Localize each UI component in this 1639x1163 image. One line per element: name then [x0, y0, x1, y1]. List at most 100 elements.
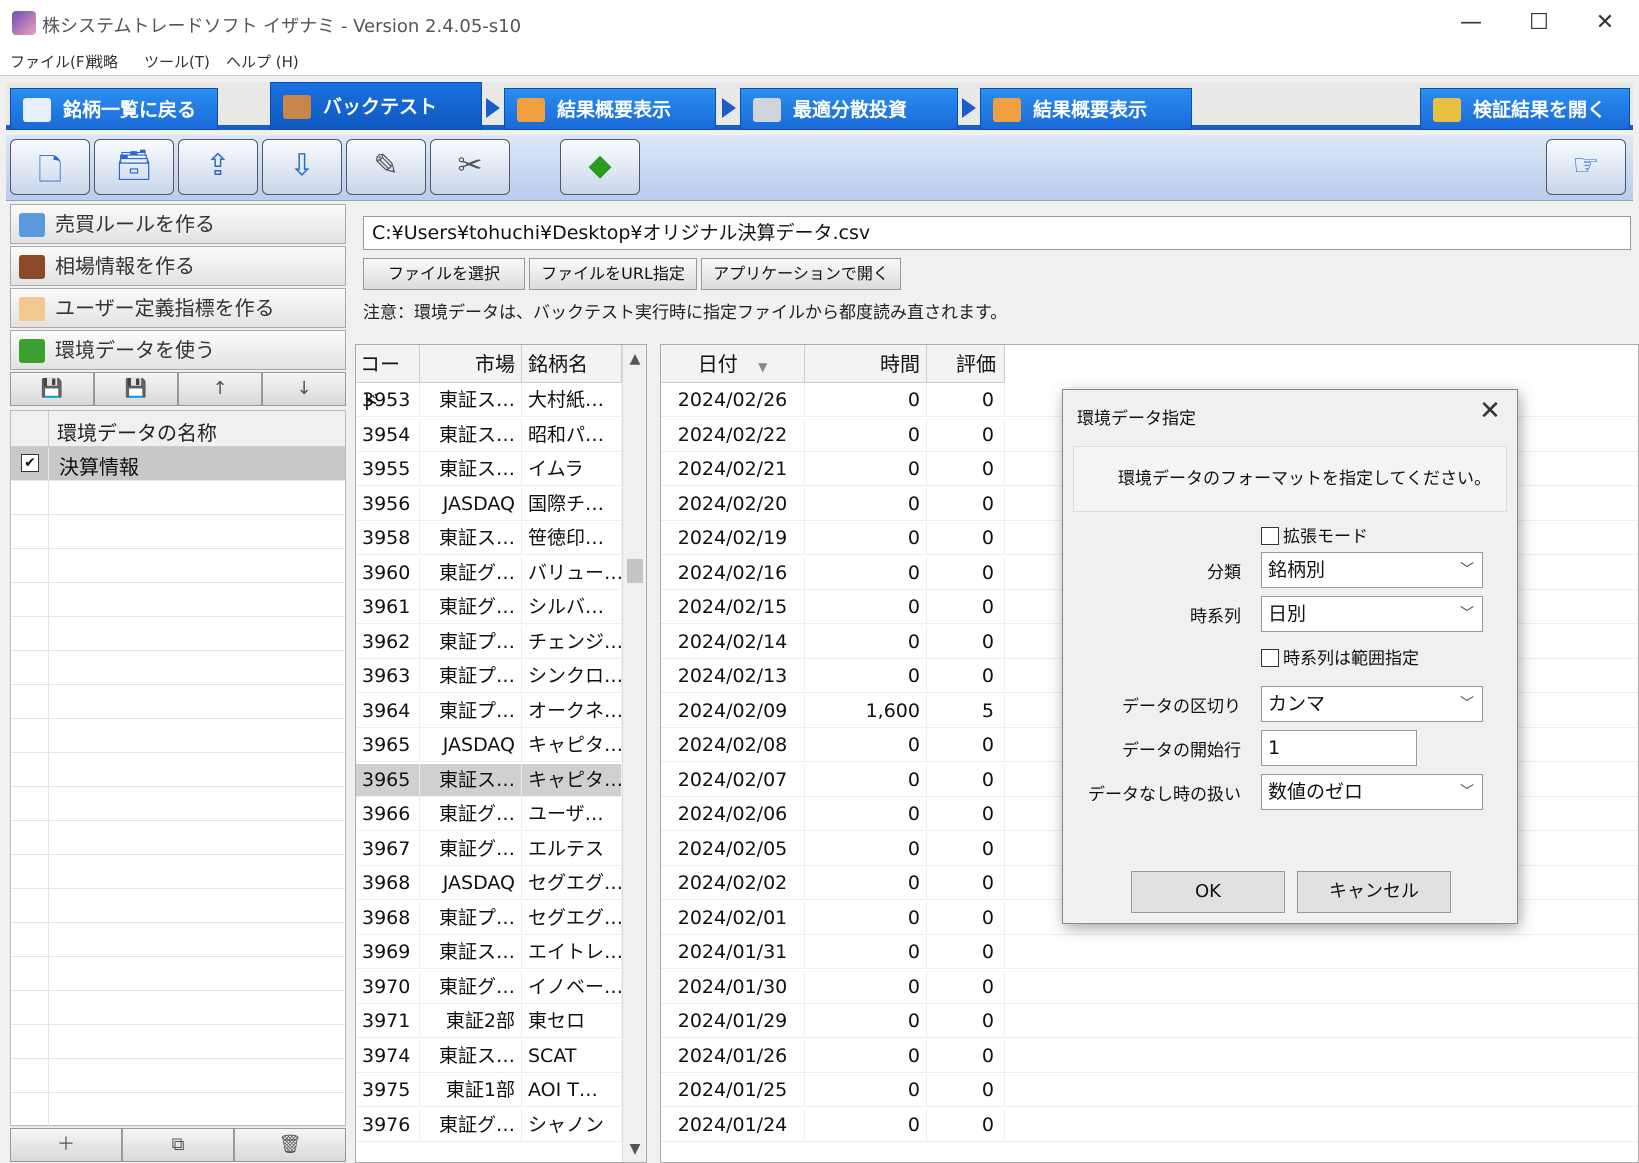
- col-header-market[interactable]: 市場: [420, 345, 522, 383]
- table-row[interactable]: 3971 東証2部 東セロ: [356, 1005, 622, 1038]
- item-checkbox[interactable]: ✔: [21, 454, 39, 472]
- add-button[interactable]: ＋: [10, 1128, 122, 1162]
- move-down-button[interactable]: ↓: [262, 372, 346, 406]
- beginner-button[interactable]: ◆: [560, 139, 640, 195]
- tab-result-summary-2[interactable]: 結果概要表示: [980, 88, 1192, 130]
- file-url-button[interactable]: ファイルをURL指定: [529, 258, 697, 290]
- use-env-data-button[interactable]: 環境データを使う: [10, 330, 346, 370]
- save-as-button[interactable]: 💾: [94, 372, 178, 406]
- checkbox-box[interactable]: [1261, 527, 1279, 545]
- table-row[interactable]: 3954 東証ス… 昭和パ…: [356, 418, 622, 452]
- move-up-button[interactable]: ↑: [178, 372, 262, 406]
- table-row[interactable]: 2024/01/24 0 0: [661, 1108, 1638, 1142]
- table-row[interactable]: 3960 東証グ… バリュー…: [356, 556, 622, 590]
- dialog-close-button[interactable]: ✕: [1475, 396, 1505, 426]
- delete-button[interactable]: 🗑: [234, 1128, 346, 1162]
- table-row[interactable]: 3963 東証プ… シンクロ…: [356, 660, 622, 693]
- table-row[interactable]: 3965 東証ス… キャピタ…: [356, 763, 622, 797]
- table-row[interactable]: 3956 JASDAQ 国際チ…: [356, 487, 622, 521]
- tab-backtest[interactable]: バックテスト: [270, 82, 482, 130]
- palette-button[interactable]: ✎: [346, 139, 426, 195]
- extended-mode-checkbox[interactable]: 拡張モード: [1261, 522, 1368, 547]
- cell-rating: 0: [927, 1074, 1005, 1107]
- stock-grid-scrollbar[interactable]: ▲ ▼: [622, 345, 646, 1162]
- tab-back-to-list[interactable]: 銘柄一覧に戻る: [10, 88, 218, 130]
- row-gutter: [11, 957, 49, 991]
- col-header-code[interactable]: コード: [356, 345, 420, 414]
- table-row[interactable]: 3968 東証プ… セグエグ…: [356, 901, 622, 935]
- table-row[interactable]: 3976 東証グ… シャノン: [356, 1108, 622, 1142]
- menu-strategy[interactable]: 戦略: [88, 51, 118, 72]
- empty-row: [11, 481, 345, 515]
- open-button[interactable]: 🗃: [94, 139, 174, 195]
- file-path-field[interactable]: C:¥Users¥tohuchi¥Desktop¥オリジナル決算データ.csv: [363, 216, 1631, 250]
- minimize-button[interactable]: —: [1446, 8, 1496, 38]
- menu-tools[interactable]: ツール(T): [144, 51, 210, 72]
- table-row[interactable]: 3965 JASDAQ キャピタ…: [356, 729, 622, 762]
- table-row[interactable]: 3975 東証1部 AOI T…: [356, 1074, 622, 1107]
- make-trade-rule-button[interactable]: 売買ルールを作る: [10, 204, 346, 244]
- ok-button[interactable]: OK: [1131, 871, 1285, 913]
- menu-help[interactable]: ヘルプ (H): [226, 51, 299, 72]
- table-row[interactable]: 3967 東証グ… エルテス: [356, 832, 622, 866]
- table-row[interactable]: 2024/01/29 0 0: [661, 1005, 1638, 1038]
- table-row[interactable]: 3962 東証プ… チェンジ…: [356, 625, 622, 659]
- chevron-down-icon: ﹀: [1460, 784, 1474, 800]
- tab-result-summary[interactable]: 結果概要表示: [504, 88, 716, 130]
- make-market-info-button[interactable]: 相場情報を作る: [10, 246, 346, 286]
- delimiter-select[interactable]: カンマ ﹀: [1261, 686, 1483, 722]
- start-row-input[interactable]: 1: [1261, 730, 1417, 766]
- select-value: 数値のゼロ: [1268, 781, 1364, 803]
- select-file-button[interactable]: ファイルを選択: [363, 258, 525, 290]
- col-header-name[interactable]: 銘柄名: [522, 345, 622, 383]
- menu-file[interactable]: ファイル(F): [10, 51, 90, 72]
- table-row[interactable]: 3961 東証グ… シルバ…: [356, 591, 622, 624]
- col-header-date[interactable]: 日付 ▼: [661, 345, 805, 383]
- make-user-indicator-button[interactable]: ユーザー定義指標を作る: [10, 288, 346, 328]
- button-label: 環境データを使う: [55, 338, 215, 362]
- table-row[interactable]: 3964 東証プ… オークネ…: [356, 694, 622, 728]
- missing-data-select[interactable]: 数値のゼロ ﹀: [1261, 774, 1483, 810]
- table-row[interactable]: 2024/01/26 0 0: [661, 1039, 1638, 1073]
- export-button[interactable]: ⇪: [178, 139, 258, 195]
- list-item[interactable]: ✔ 決算情報: [11, 447, 345, 481]
- scroll-up-icon[interactable]: ▲: [623, 351, 646, 367]
- table-row[interactable]: 3958 東証ス… 笹徳印…: [356, 522, 622, 555]
- table-row[interactable]: 2024/01/30 0 0: [661, 970, 1638, 1004]
- settings-button[interactable]: ✂: [430, 139, 510, 195]
- series-select[interactable]: 日別 ﹀: [1261, 596, 1483, 632]
- table-row[interactable]: 3968 JASDAQ セグエグ…: [356, 867, 622, 900]
- table-row[interactable]: 3974 東証ス… SCAT: [356, 1039, 622, 1073]
- new-button[interactable]: 🗋: [10, 139, 90, 195]
- checkbox-box[interactable]: [1261, 649, 1279, 667]
- empty-row: [11, 889, 345, 923]
- tab-open-results[interactable]: 検証結果を開く: [1420, 88, 1630, 130]
- category-select[interactable]: 銘柄別 ﹀: [1261, 552, 1483, 588]
- table-row[interactable]: 3955 東証ス… イムラ: [356, 453, 622, 486]
- open-with-app-button[interactable]: アプリケーションで開く: [701, 258, 901, 290]
- table-row[interactable]: 2024/01/31 0 0: [661, 936, 1638, 969]
- chart-icon: [993, 98, 1021, 122]
- scroll-down-icon[interactable]: ▼: [623, 1141, 646, 1157]
- cell-name: チェンジ…: [522, 625, 622, 659]
- cell-market: 東証ス…: [420, 384, 522, 417]
- col-header-time[interactable]: 時間: [805, 345, 927, 383]
- table-row[interactable]: 2024/01/25 0 0: [661, 1074, 1638, 1107]
- range-checkbox[interactable]: 時系列は範囲指定: [1261, 644, 1419, 669]
- copy-button[interactable]: ⧉: [122, 1128, 234, 1162]
- maximize-button[interactable]: ☐: [1514, 8, 1564, 38]
- table-row[interactable]: 3970 東証グ… イノベー…: [356, 970, 622, 1004]
- table-row[interactable]: 3953 東証ス… 大村紙…: [356, 384, 622, 417]
- col-header-rating[interactable]: 評価: [927, 345, 1005, 383]
- dialog-title: 環境データ指定: [1077, 409, 1196, 429]
- import-button[interactable]: ⇩: [262, 139, 342, 195]
- table-row[interactable]: 3969 東証ス… エイトレ…: [356, 936, 622, 969]
- help-button[interactable]: ☞: [1546, 139, 1626, 195]
- scroll-thumb[interactable]: [627, 559, 643, 583]
- tab-optimal-diversification[interactable]: 最適分散投資: [740, 88, 958, 130]
- table-row[interactable]: 3966 東証グ… ユーザ…: [356, 798, 622, 831]
- save-button[interactable]: 💾: [10, 372, 94, 406]
- close-button[interactable]: ✕: [1580, 8, 1630, 38]
- cell-time: 0: [805, 936, 927, 969]
- cancel-button[interactable]: キャンセル: [1297, 871, 1451, 913]
